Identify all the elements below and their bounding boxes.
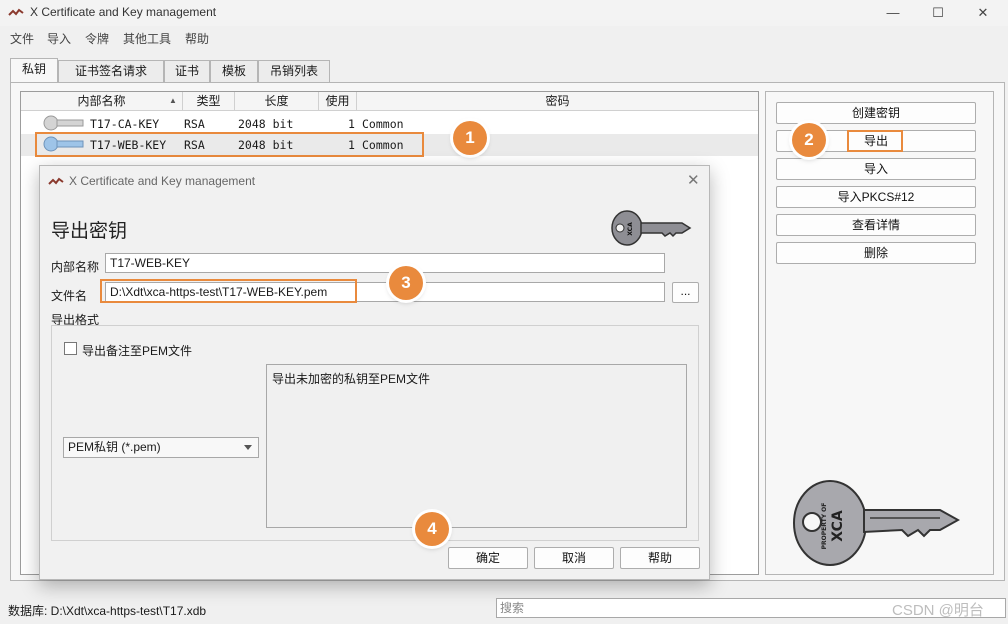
emblem-side-text: PROPERTY OF: [821, 503, 828, 550]
status-bar: 数据库: D:\Xdt\xca-https-test\T17.xdb 搜索 CS…: [0, 596, 1008, 624]
maximize-button[interactable]: ☐: [915, 0, 961, 26]
action-panel: 创建密钥 导出 导入 导入PKCS#12 查看详情 删除 XCA PROPERT…: [765, 91, 994, 575]
menu-help[interactable]: 帮助: [185, 30, 209, 47]
cell-length: 2048 bit: [238, 117, 294, 131]
app-logo-icon: [48, 177, 64, 185]
key-emblem-icon: XCA: [611, 210, 692, 246]
cell-password: Common: [362, 117, 404, 131]
window-titlebar: X Certificate and Key management — ☐ ✕: [0, 0, 1008, 26]
column-header-password[interactable]: 密码: [357, 92, 758, 111]
format-select[interactable]: PEM私钥 (*.pem): [63, 437, 259, 458]
dialog-close-icon[interactable]: ✕: [687, 171, 700, 189]
import-button[interactable]: 导入: [776, 158, 976, 180]
export-key-dialog: X Certificate and Key management ✕ 导出密钥 …: [39, 165, 710, 580]
column-header-use[interactable]: 使用: [319, 92, 357, 111]
dialog-title: X Certificate and Key management: [69, 174, 256, 188]
dialog-heading: 导出密钥: [51, 221, 128, 242]
xca-key-emblem-icon: XCA PROPERTY OF: [793, 480, 960, 566]
table-header: 内部名称 ▲ 类型 长度 使用 密码: [21, 92, 758, 111]
create-key-button[interactable]: 创建密钥: [776, 102, 976, 124]
step-marker-4: 4: [415, 512, 449, 546]
sort-asc-icon: ▲: [169, 96, 177, 105]
app-logo-icon: [8, 8, 24, 16]
column-header-type[interactable]: 类型: [183, 92, 235, 111]
tab-certificates[interactable]: 证书: [164, 60, 210, 82]
close-button[interactable]: ✕: [960, 0, 1006, 26]
menu-import[interactable]: 导入: [47, 30, 71, 47]
watermark-text: CSDN @明台: [892, 602, 984, 619]
highlight-export-button: [847, 130, 903, 152]
filename-label: 文件名: [51, 289, 88, 303]
format-description: 导出未加密的私钥至PEM文件: [266, 364, 687, 528]
key-icon: [43, 115, 84, 131]
minimize-button[interactable]: —: [870, 0, 916, 26]
menu-token[interactable]: 令牌: [85, 30, 109, 47]
cancel-button[interactable]: 取消: [534, 547, 614, 569]
delete-button[interactable]: 删除: [776, 242, 976, 264]
tab-crl[interactable]: 吊销列表: [258, 60, 330, 82]
help-button[interactable]: 帮助: [620, 547, 700, 569]
column-header-length[interactable]: 长度: [235, 92, 319, 111]
tab-templates[interactable]: 模板: [210, 60, 258, 82]
step-marker-1: 1: [453, 121, 487, 155]
tab-private-keys[interactable]: 私钥: [10, 58, 58, 83]
menu-other-tools[interactable]: 其他工具: [123, 30, 171, 47]
internal-name-field[interactable]: T17-WEB-KEY: [105, 253, 665, 273]
cell-use: 1: [348, 117, 355, 131]
import-pkcs12-button[interactable]: 导入PKCS#12: [776, 186, 976, 208]
column-header-name[interactable]: 内部名称 ▲: [21, 92, 183, 111]
window-title: X Certificate and Key management: [30, 5, 217, 19]
menu-file[interactable]: 文件: [10, 30, 34, 47]
emblem-main-text: XCA: [830, 510, 846, 542]
show-details-button[interactable]: 查看详情: [776, 214, 976, 236]
highlight-filename-field: [100, 279, 357, 303]
step-marker-3: 3: [389, 266, 423, 300]
database-path: 数据库: D:\Xdt\xca-https-test\T17.xdb: [8, 604, 207, 618]
internal-name-label: 内部名称: [51, 260, 100, 274]
format-select-value: PEM私钥 (*.pem): [68, 440, 161, 454]
export-comment-label: 导出备注至PEM文件: [82, 344, 193, 358]
highlight-selected-row: [35, 132, 424, 157]
step-marker-2: 2: [792, 123, 826, 157]
cell-name: T17-CA-KEY: [90, 117, 160, 131]
cell-type: RSA: [184, 117, 205, 131]
emblem-top-text: XCA: [627, 222, 634, 236]
ok-button[interactable]: 确定: [448, 547, 528, 569]
chevron-down-icon: [244, 445, 252, 450]
browse-button[interactable]: ...: [672, 282, 699, 303]
export-comment-checkbox[interactable]: [64, 342, 77, 355]
tab-csr[interactable]: 证书签名请求: [58, 60, 164, 82]
dialog-titlebar: X Certificate and Key management ✕: [40, 166, 709, 196]
